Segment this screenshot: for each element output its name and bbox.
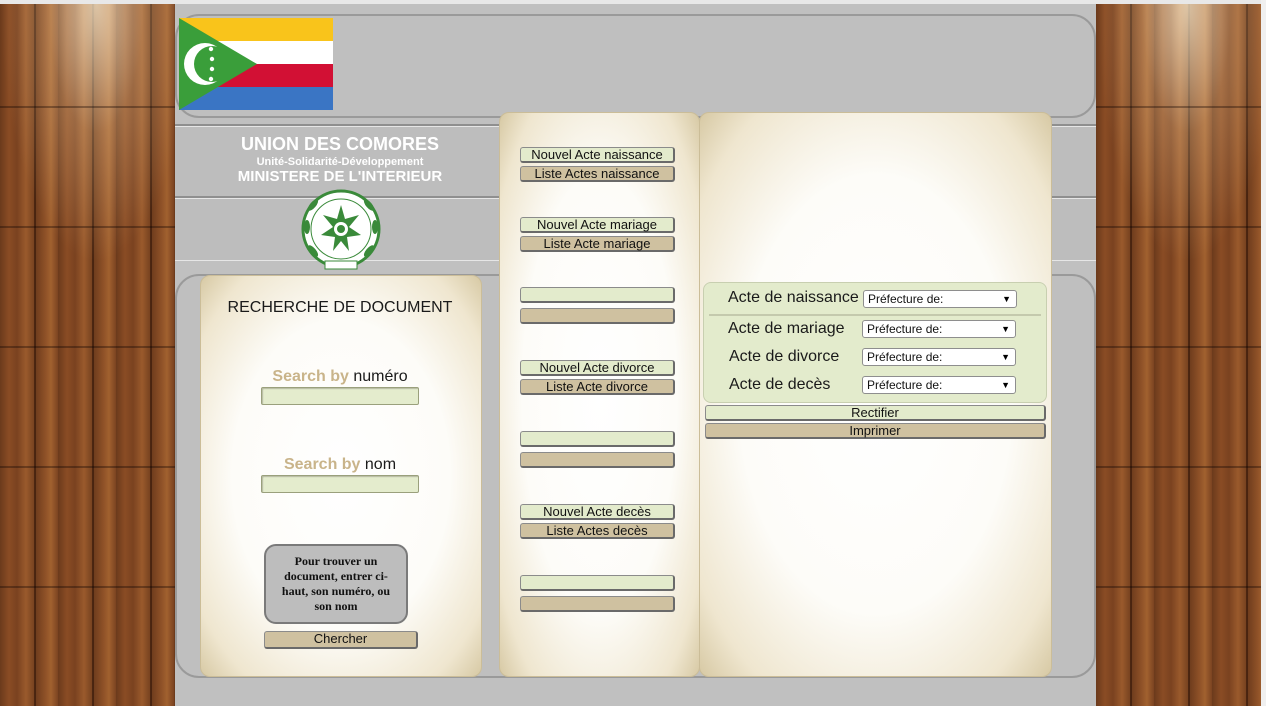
liste-acte-mariage-button[interactable]: Liste Acte mariage xyxy=(520,236,675,252)
blank-button-2b[interactable] xyxy=(520,452,675,468)
prefecture-mariage-value: Préfecture de: xyxy=(867,322,943,336)
blank-button-1b[interactable] xyxy=(520,308,675,324)
prefecture-deces-select[interactable]: Préfecture de: ▼ xyxy=(862,376,1016,394)
comoros-flag xyxy=(179,18,333,110)
liste-actes-deces-button[interactable]: Liste Actes decès xyxy=(520,523,675,539)
dropdown-arrow-icon: ▼ xyxy=(1001,352,1010,362)
flag-crescent-icon xyxy=(179,18,257,110)
blank-button-3b[interactable] xyxy=(520,596,675,612)
search-title: RECHERCHE DE DOCUMENT xyxy=(227,299,453,316)
dropdown-arrow-icon: ▼ xyxy=(1002,294,1011,304)
search-by-prefix: Search by xyxy=(272,368,349,385)
dropdown-arrow-icon: ▼ xyxy=(1001,324,1010,334)
acte-naissance-label: Acte de naissance xyxy=(728,289,859,306)
blank-button-1a[interactable] xyxy=(520,287,675,303)
prefecture-mariage-select[interactable]: Préfecture de: ▼ xyxy=(862,320,1016,338)
wood-background-left xyxy=(0,4,175,706)
liste-actes-naissance-button[interactable]: Liste Actes naissance xyxy=(520,166,675,182)
imprimer-button[interactable]: Imprimer xyxy=(705,423,1046,439)
blank-button-3a[interactable] xyxy=(520,575,675,591)
search-numero-label: Search by numéro xyxy=(200,368,480,386)
search-numero-input[interactable] xyxy=(261,387,419,405)
search-nom-text: nom xyxy=(364,456,397,473)
ministry-seal-icon xyxy=(301,189,381,270)
nouvel-acte-deces-button[interactable]: Nouvel Acte decès xyxy=(520,504,675,520)
search-button[interactable]: Chercher xyxy=(264,631,418,649)
search-numero-text: numéro xyxy=(353,368,408,385)
search-by-prefix: Search by xyxy=(283,456,361,473)
motto: Unité-Solidarité-Développement xyxy=(256,156,424,168)
search-nom-label: Search by nom xyxy=(200,456,480,474)
search-nom-input[interactable] xyxy=(261,475,419,493)
rectifier-button[interactable]: Rectifier xyxy=(705,405,1046,421)
blank-button-2a[interactable] xyxy=(520,431,675,447)
nouvel-acte-mariage-button[interactable]: Nouvel Acte mariage xyxy=(520,217,675,233)
prefecture-naissance-select[interactable]: Préfecture de: ▼ xyxy=(863,290,1017,308)
wood-background-right xyxy=(1096,4,1261,706)
liste-acte-divorce-button[interactable]: Liste Acte divorce xyxy=(520,379,675,395)
main-container: UNION DES COMORES Unité-Solidarité-Dével… xyxy=(175,4,1096,706)
prefecture-divorce-value: Préfecture de: xyxy=(867,350,943,364)
dropdown-arrow-icon: ▼ xyxy=(1001,380,1010,390)
acte-divorce-label: Acte de divorce xyxy=(729,348,840,365)
nouvel-acte-naissance-button[interactable]: Nouvel Acte naissance xyxy=(520,147,675,163)
right-strip xyxy=(1261,0,1266,706)
prefecture-divorce-select[interactable]: Préfecture de: ▼ xyxy=(862,348,1016,366)
prefecture-deces-value: Préfecture de: xyxy=(867,378,943,392)
country-title: UNION DES COMORES xyxy=(240,134,440,154)
acte-mariage-label: Acte de mariage xyxy=(728,320,845,337)
ministry-title: MINISTERE DE L'INTERIEUR xyxy=(237,168,443,185)
search-hint: Pour trouver un document, entrer ci-haut… xyxy=(264,544,408,624)
nouvel-acte-divorce-button[interactable]: Nouvel Acte divorce xyxy=(520,360,675,376)
form-divider xyxy=(709,314,1041,316)
prefecture-naissance-value: Préfecture de: xyxy=(868,292,944,306)
acte-deces-label: Acte de decès xyxy=(729,376,831,393)
